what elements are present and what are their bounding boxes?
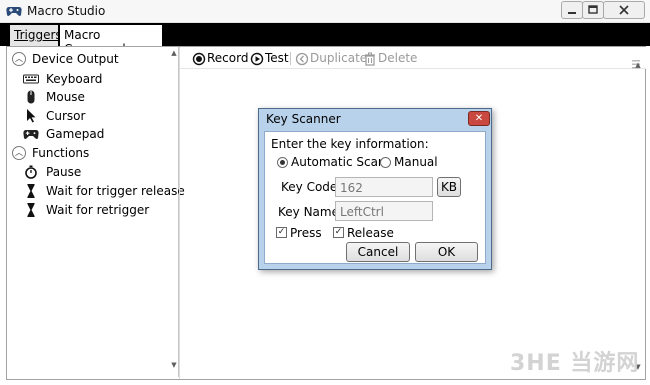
group-label: Device Output [32,52,119,66]
command-label: Cursor [46,109,86,123]
play-icon [250,52,264,66]
dialog-close-button[interactable]: ✕ [468,111,490,126]
cancel-button[interactable]: Cancel [346,242,410,262]
command-gamepad[interactable]: Gamepad [23,126,163,144]
scroll-up-icon[interactable]: ▲ [633,61,643,69]
trash-icon [365,52,375,66]
right-scrollbar[interactable]: ▲ ▼ [633,51,643,377]
window-title: Macro Studio [27,4,106,18]
mouse-icon [27,90,35,104]
test-label: Test [265,51,289,65]
cursor-icon [27,109,36,123]
duplicate-label: Duplicate [310,51,368,65]
ok-button[interactable]: OK [415,242,478,262]
close-icon: ✕ [474,113,484,124]
close-icon [619,5,629,15]
gamepad-icon [23,130,39,139]
dialog-body: Enter the key information: Automatic Sca… [264,131,486,264]
title-bar: Macro Studio [0,0,650,23]
manual-label[interactable]: Manual [394,155,438,169]
kb-button[interactable]: KB [437,177,461,197]
delete-label: Delete [378,51,418,65]
record-label: Record [207,51,249,65]
command-wait-retrigger[interactable]: Wait for retrigger [23,202,163,220]
command-list: ︿ Device Output Keyboard Mouse Cursor Ga… [7,47,185,377]
scroll-up-icon[interactable]: ▲ [169,49,179,57]
key-code-label: Key Code: [281,180,342,194]
duplicate-icon [295,52,309,66]
toolbar: Record Test Duplicate Delete [180,47,646,69]
minimize-button[interactable] [561,1,583,19]
restore-icon [588,5,598,14]
press-checkbox[interactable]: ✓ [276,227,287,238]
left-scrollbar[interactable]: ▲ ▼ [169,49,179,375]
release-checkbox[interactable]: ✓ [333,227,344,238]
close-window-button[interactable] [603,1,645,19]
command-mouse[interactable]: Mouse [23,89,163,107]
command-label: Gamepad [46,127,105,141]
radio-automatic-scan[interactable] [277,157,288,168]
tab-macro-commands[interactable]: Macro Commands [60,25,162,56]
radio-manual[interactable] [380,157,391,168]
group-functions[interactable]: ︿ Functions [12,146,162,164]
command-label: Pause [46,165,82,179]
dialog-title: Key Scanner [266,112,341,126]
minimize-icon [568,12,576,14]
hourglass-icon [27,203,35,217]
record-icon [192,52,206,66]
key-name-field[interactable]: LeftCtrl [335,201,433,221]
command-label: Keyboard [46,72,103,86]
dialog-prompt: Enter the key information: [271,137,429,151]
group-device-output[interactable]: ︿ Device Output [12,52,162,70]
watermark: 3HE 当游网 [510,351,640,376]
command-label: Wait for trigger release [46,184,185,198]
keyboard-icon [23,74,39,84]
gamepad-icon [6,7,22,16]
automatic-scan-label[interactable]: Automatic Scan [291,155,386,169]
command-wait-trigger-release[interactable]: Wait for trigger release [23,183,185,201]
tab-bar: Triggers Macro Commands [0,23,650,56]
hourglass-icon [27,184,35,198]
group-label: Functions [32,146,90,160]
toolbar-separator [290,52,291,65]
key-scanner-dialog: Key Scanner ✕ Enter the key information:… [258,108,492,270]
command-keyboard[interactable]: Keyboard [23,71,163,89]
command-pause[interactable]: Pause [23,164,163,182]
command-cursor[interactable]: Cursor [23,108,163,126]
key-name-label: Key Name: [278,205,344,219]
collapse-icon: ︿ [12,146,26,160]
tab-triggers[interactable]: Triggers [10,25,62,46]
command-label: Wait for retrigger [46,203,150,217]
maximize-button[interactable] [582,1,604,19]
release-label[interactable]: Release [347,226,394,240]
command-label: Mouse [46,90,85,104]
stopwatch-icon [25,165,37,179]
key-code-field[interactable]: 162 [335,177,433,197]
collapse-icon: ︿ [12,52,26,66]
scroll-down-icon[interactable]: ▼ [169,361,179,369]
press-label[interactable]: Press [290,226,322,240]
